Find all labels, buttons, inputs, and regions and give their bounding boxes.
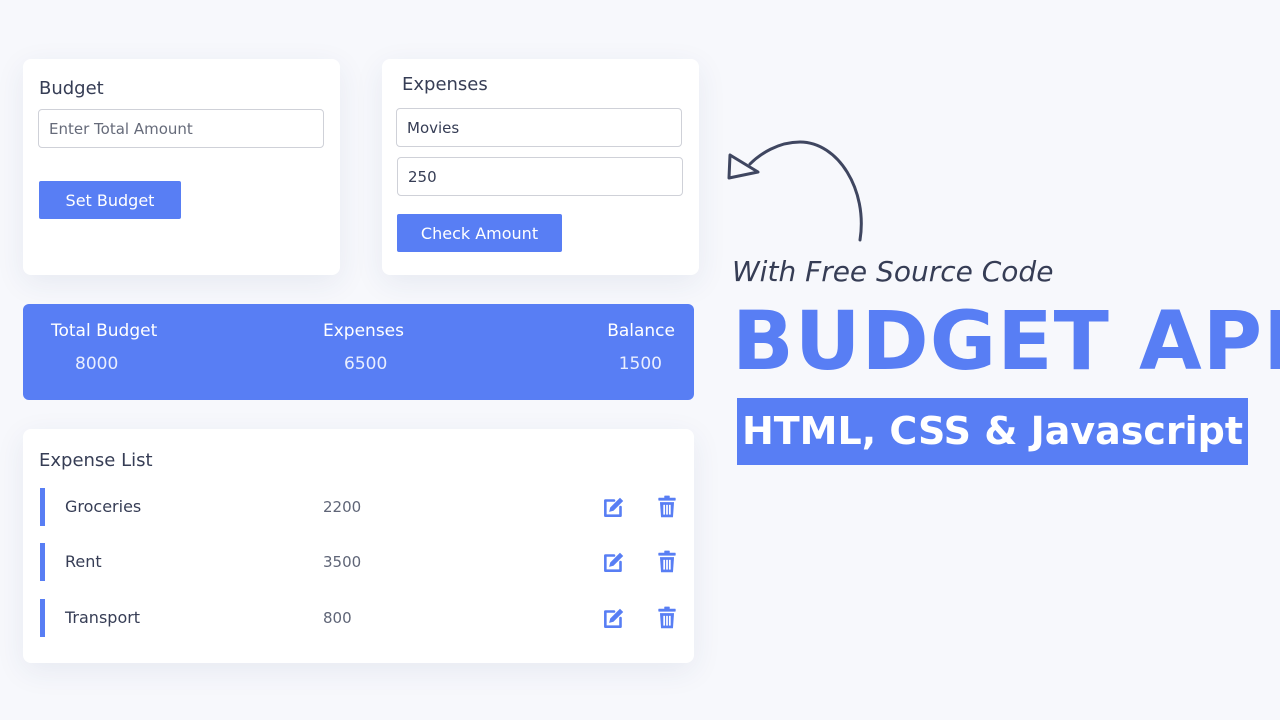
budget-title: Budget xyxy=(39,78,104,99)
edit-icon[interactable] xyxy=(601,549,627,575)
budget-card: Budget Set Budget xyxy=(23,59,340,275)
expenses-summary-value: 6500 xyxy=(344,354,388,374)
balance-value: 1500 xyxy=(618,354,662,374)
curved-arrow-icon xyxy=(727,140,863,242)
list-item-accent-bar xyxy=(40,599,45,637)
list-item-amount: 3500 xyxy=(323,553,362,571)
check-amount-button[interactable]: Check Amount xyxy=(397,214,562,252)
list-item-amount: 2200 xyxy=(323,498,362,516)
tagline: With Free Source Code xyxy=(732,255,1054,288)
list-item: Transport 800 xyxy=(40,599,680,637)
list-item-name: Groceries xyxy=(65,497,142,516)
expenses-summary-label: Expenses xyxy=(323,321,404,341)
tech-badge: HTML, CSS & Javascript xyxy=(737,398,1248,465)
product-cost-input[interactable] xyxy=(397,157,683,196)
set-budget-button[interactable]: Set Budget xyxy=(39,181,181,219)
expenses-card: Expenses Check Amount xyxy=(382,59,699,275)
total-budget-value: 8000 xyxy=(75,354,119,374)
edit-icon[interactable] xyxy=(601,494,627,520)
list-item: Groceries 2200 xyxy=(40,488,680,526)
list-item: Rent 3500 xyxy=(40,543,680,581)
balance-label: Balance xyxy=(607,321,675,341)
expense-list-title: Expense List xyxy=(39,450,153,471)
product-title-input[interactable] xyxy=(396,108,682,147)
list-item-amount: 800 xyxy=(323,609,352,627)
edit-icon[interactable] xyxy=(601,605,627,631)
trash-icon[interactable] xyxy=(654,494,680,520)
list-item-name: Rent xyxy=(65,552,102,571)
list-item-name: Transport xyxy=(65,608,141,627)
trash-icon[interactable] xyxy=(654,549,680,575)
expenses-title: Expenses xyxy=(402,74,488,95)
list-item-accent-bar xyxy=(40,488,45,526)
total-budget-label: Total Budget xyxy=(51,321,158,341)
hero-title: BUDGET APP xyxy=(732,295,1280,389)
page: Budget Set Budget Expenses Check Amount … xyxy=(0,0,1280,720)
summary-bar: Total Budget 8000 Expenses 6500 Balance … xyxy=(23,304,694,400)
trash-icon[interactable] xyxy=(654,605,680,631)
list-item-accent-bar xyxy=(40,543,45,581)
tech-badge-text: HTML, CSS & Javascript xyxy=(741,409,1244,453)
expense-list-card: Expense List Groceries 2200 Rent 3500 Tr… xyxy=(23,429,694,663)
total-amount-input[interactable] xyxy=(38,109,324,148)
